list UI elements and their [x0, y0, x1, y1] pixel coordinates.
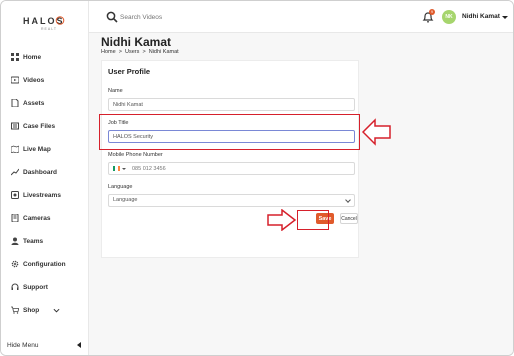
chart-icon — [11, 168, 19, 176]
sidebar-item-label: Shop — [23, 306, 40, 314]
gear-icon — [11, 260, 19, 268]
sidebar-item-cameras[interactable]: Cameras — [11, 211, 50, 225]
user-name[interactable]: Nidhi Kamat — [462, 13, 500, 20]
sidebar-item-label: Teams — [23, 237, 44, 245]
breadcrumb-home[interactable]: Home — [101, 49, 116, 55]
cancel-button[interactable]: Cancel — [340, 213, 358, 224]
notification-badge: 9 — [429, 9, 435, 15]
map-icon — [11, 145, 19, 153]
sidebar-item-label: Assets — [23, 99, 45, 107]
breadcrumb-current: Nidhi Kamat — [148, 49, 179, 55]
phone-field-wrapper — [108, 162, 355, 175]
headset-icon — [11, 283, 19, 290]
sidebar-item-label: Live Map — [23, 145, 51, 153]
top-bar: 9 NK Nidhi Kamat — [89, 1, 513, 33]
file-icon — [11, 99, 19, 107]
user-icon — [11, 237, 19, 245]
search-icon[interactable] — [106, 11, 118, 23]
sidebar-item-teams[interactable]: Teams — [11, 234, 43, 248]
sidebar-item-case-files[interactable]: Case Files — [11, 119, 55, 133]
avatar[interactable]: NK — [442, 10, 456, 24]
language-selected-value: Language — [113, 197, 138, 203]
sidebar-item-label: Case Files — [23, 122, 56, 130]
left-arrow-icon — [362, 118, 391, 146]
breadcrumb: Home > Users > Nidhi Kamat — [101, 49, 179, 55]
phone-label: Mobile Phone Number — [108, 152, 163, 158]
right-arrow-icon — [267, 209, 297, 231]
app-window: HALOS REALT Home Videos Assets Case File… — [0, 0, 514, 356]
name-label: Name — [108, 88, 123, 94]
section-title: User Profile — [108, 67, 151, 76]
camera-icon — [11, 214, 19, 222]
halos-logo[interactable]: HALOS REALT — [23, 14, 71, 34]
country-dropdown-icon[interactable] — [122, 167, 126, 170]
ireland-flag-icon[interactable] — [113, 166, 120, 171]
sidebar-item-label: Home — [23, 53, 42, 61]
language-select[interactable]: Language — [108, 194, 355, 207]
hide-menu-button[interactable]: Hide Menu — [7, 342, 38, 349]
sidebar-item-label: Cameras — [23, 214, 51, 222]
name-field[interactable] — [108, 98, 355, 111]
grid-icon — [11, 53, 19, 61]
cart-icon — [11, 306, 19, 314]
sidebar-item-home[interactable]: Home — [11, 50, 41, 64]
sidebar-item-videos[interactable]: Videos — [11, 73, 44, 87]
chevron-down-icon[interactable] — [53, 307, 60, 314]
logo-subtext: REALT — [41, 27, 58, 31]
chevron-down-icon — [345, 197, 351, 203]
search-input[interactable] — [120, 11, 270, 23]
sidebar: HALOS REALT Home Videos Assets Case File… — [1, 1, 89, 355]
folder-icon — [11, 122, 19, 130]
sidebar-item-dashboard[interactable]: Dashboard — [11, 165, 57, 179]
sidebar-item-label: Videos — [23, 76, 45, 84]
breadcrumb-separator: > — [140, 49, 148, 55]
user-menu-caret-icon[interactable] — [502, 16, 508, 19]
collapse-arrow-icon[interactable] — [77, 342, 81, 348]
save-button-highlight-box — [297, 210, 329, 230]
main-content: Nidhi Kamat Home > Users > Nidhi Kamat U… — [89, 33, 513, 355]
video-icon — [11, 76, 19, 84]
sidebar-item-label: Configuration — [23, 260, 66, 268]
job-title-highlight-box — [99, 114, 360, 150]
language-label: Language — [108, 184, 133, 190]
sidebar-item-label: Livestreams — [23, 191, 61, 199]
sidebar-item-label: Support — [23, 283, 48, 291]
sidebar-item-assets[interactable]: Assets — [11, 96, 44, 110]
breadcrumb-separator: > — [117, 49, 124, 55]
breadcrumb-users[interactable]: Users — [125, 49, 139, 55]
sidebar-item-support[interactable]: Support — [11, 280, 48, 294]
sidebar-item-configuration[interactable]: Configuration — [11, 257, 66, 271]
logo-mark-icon: HALOS — [23, 16, 65, 26]
livestream-icon — [11, 191, 19, 199]
page-title: Nidhi Kamat — [101, 35, 172, 49]
sidebar-item-live-map[interactable]: Live Map — [11, 142, 51, 156]
sidebar-item-livestreams[interactable]: Livestreams — [11, 188, 61, 202]
sidebar-item-shop[interactable]: Shop — [11, 303, 64, 317]
phone-field[interactable] — [132, 165, 332, 172]
sidebar-item-label: Dashboard — [23, 168, 57, 176]
